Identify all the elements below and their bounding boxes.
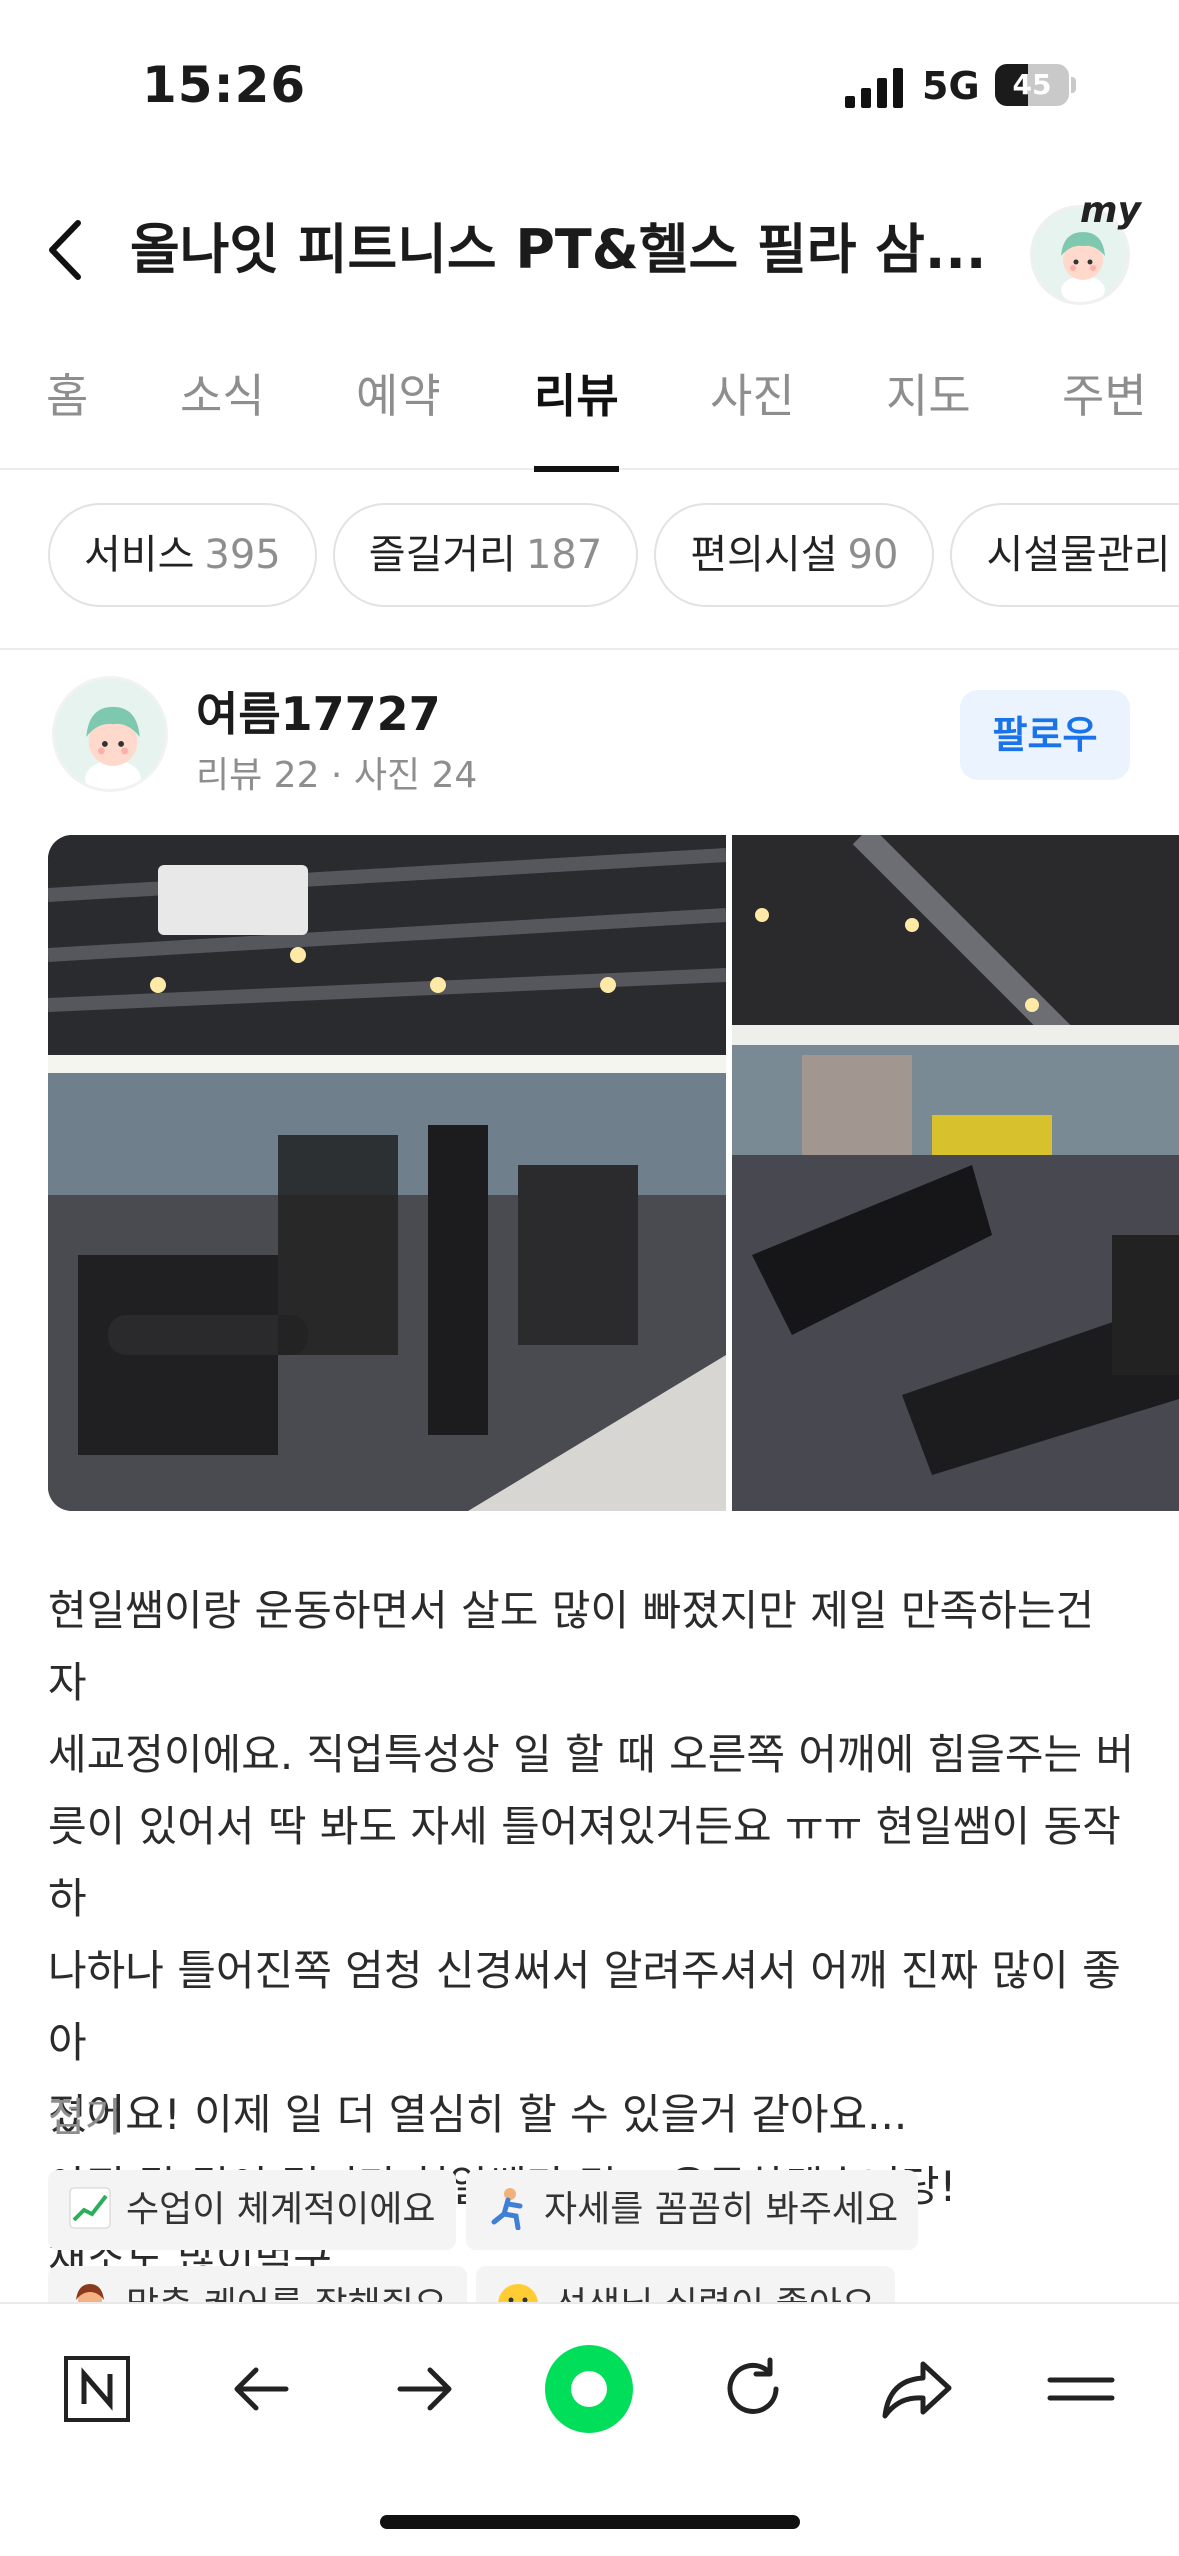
tab-reservation[interactable]: 예약 bbox=[356, 360, 441, 470]
naver-home-button[interactable] bbox=[52, 2344, 142, 2434]
refresh-icon bbox=[727, 2357, 779, 2414]
back-nav-button[interactable] bbox=[216, 2344, 306, 2434]
naver-n-icon bbox=[64, 2356, 130, 2422]
network-type: 5G bbox=[922, 64, 980, 108]
forward-nav-button[interactable] bbox=[380, 2344, 470, 2434]
signal-icon bbox=[845, 68, 903, 108]
filter-chips: 서비스395즐길거리187편의시설90시설물관리6 bbox=[48, 503, 1179, 613]
review-photo-2[interactable] bbox=[732, 835, 1179, 1511]
filter-chip-fun[interactable]: 즐길거리 187 bbox=[332, 503, 639, 607]
green-dot-button[interactable] bbox=[544, 2344, 634, 2434]
gym-photo-image bbox=[48, 835, 726, 1511]
share-button[interactable] bbox=[872, 2344, 962, 2434]
chevron-left-icon bbox=[49, 220, 81, 280]
chip-label: 시설물관리 bbox=[986, 532, 1171, 578]
battery-icon: 45 bbox=[995, 64, 1076, 106]
tab-nearby[interactable]: 주변 bbox=[1062, 360, 1147, 470]
gym-photo-image bbox=[732, 835, 1179, 1511]
status-bar: 15:26 5G 45 bbox=[0, 0, 1179, 150]
refresh-button[interactable] bbox=[708, 2344, 798, 2434]
chip-count: 90 bbox=[847, 532, 899, 578]
filter-chip-facility[interactable]: 시설물관리6 bbox=[950, 503, 1179, 607]
reviewer-meta: 리뷰 22 · 사진 24 bbox=[196, 755, 478, 796]
arrow-left-icon bbox=[234, 2367, 289, 2411]
chip-label: 서비스 bbox=[84, 532, 195, 578]
exercise-person-icon bbox=[491, 2188, 523, 2230]
reviewer-name[interactable]: 여름17727 bbox=[196, 678, 441, 744]
menu-icon bbox=[1047, 2377, 1115, 2401]
status-time: 15:26 bbox=[142, 56, 307, 114]
chip-count: 395 bbox=[204, 532, 281, 578]
review-photos[interactable] bbox=[48, 835, 1179, 1511]
arrow-right-icon bbox=[397, 2367, 452, 2411]
tab-news[interactable]: 소식 bbox=[180, 360, 265, 470]
battery-level: 45 bbox=[1012, 68, 1052, 101]
chip-count: 187 bbox=[525, 532, 603, 578]
chart-up-icon bbox=[69, 2187, 111, 2229]
divider bbox=[0, 648, 1179, 650]
tab-map[interactable]: 지도 bbox=[886, 360, 971, 470]
review-tag-label: 자세를 꼼꼼히 봐주세요 bbox=[544, 2189, 899, 2230]
review-tag-label: 수업이 체계적이에요 bbox=[126, 2189, 436, 2230]
review-photo-1[interactable] bbox=[48, 835, 726, 1511]
back-button[interactable] bbox=[34, 215, 104, 285]
chip-label: 즐길거리 bbox=[368, 532, 516, 578]
filter-chip-amenities[interactable]: 편의시설 90 bbox=[654, 503, 935, 607]
my-label: my bbox=[1080, 190, 1141, 231]
green-dot-home-icon bbox=[545, 2345, 633, 2433]
reviewer-avatar[interactable] bbox=[52, 676, 168, 792]
tab-reviews[interactable]: 리뷰 bbox=[534, 360, 619, 472]
header: 올나잇 피트니스 PT&헬스 필라 삼... bbox=[0, 185, 1179, 315]
filter-chip-service[interactable]: 서비스 395 bbox=[48, 503, 317, 607]
chip-label: 편의시설 bbox=[690, 532, 838, 578]
page-title: 올나잇 피트니스 PT&헬스 필라 삼... bbox=[130, 218, 987, 281]
tab-photos[interactable]: 사진 bbox=[710, 360, 795, 470]
follow-button[interactable]: 팔로우 bbox=[960, 690, 1130, 780]
collapse-button[interactable]: 접기 bbox=[48, 2085, 122, 2143]
menu-button[interactable] bbox=[1036, 2344, 1126, 2434]
home-indicator bbox=[380, 2515, 800, 2529]
tab-home[interactable]: 홈 bbox=[46, 360, 88, 470]
review-tag: 수업이 체계적이에요 bbox=[48, 2170, 456, 2250]
tab-bar: 홈 소식 예약 리뷰 사진 지도 주변 bbox=[0, 340, 1179, 472]
avatar-icon bbox=[55, 679, 165, 789]
share-icon bbox=[882, 2361, 952, 2419]
review-tag: 자세를 꼼꼼히 봐주세요 bbox=[466, 2170, 919, 2250]
